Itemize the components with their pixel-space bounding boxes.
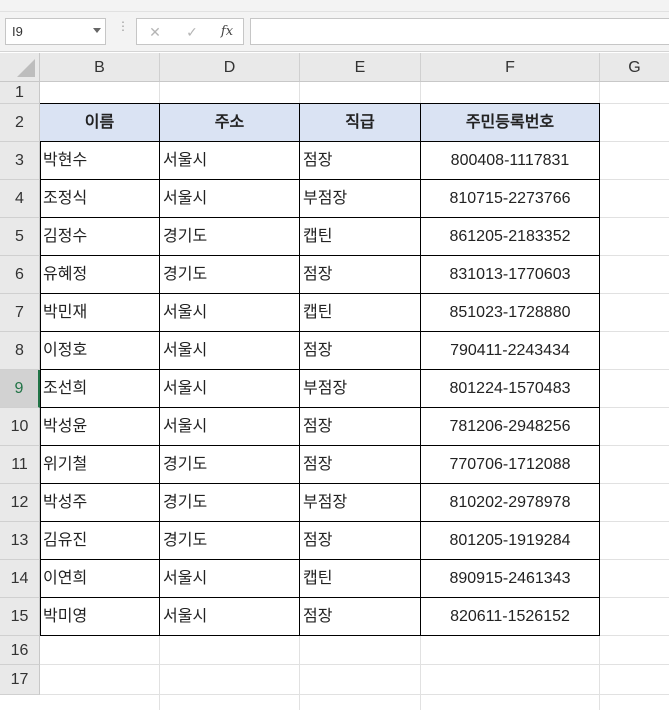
column-header-row: BDEFG	[0, 53, 669, 82]
row-header-11[interactable]: 11	[0, 446, 40, 484]
column-header-d[interactable]: D	[160, 53, 300, 81]
name-box-dropdown-icon[interactable]	[93, 28, 101, 33]
row-header-13[interactable]: 13	[0, 522, 40, 560]
row-header-4[interactable]: 4	[0, 180, 40, 218]
cell-address[interactable]: 경기도	[160, 484, 300, 522]
cell-resident-number[interactable]: 801205-1919284	[421, 522, 600, 560]
name-box-value: I9	[12, 24, 23, 39]
cell-address[interactable]: 서울시	[160, 142, 300, 180]
row-header-5[interactable]: 5	[0, 218, 40, 256]
column-header-f[interactable]: F	[421, 53, 600, 81]
row-header-16[interactable]: 16	[0, 636, 40, 665]
formula-bar-grip-icon[interactable]: ⋮	[117, 20, 129, 32]
cell-resident-number[interactable]: 800408-1117831	[421, 142, 600, 180]
cell-name[interactable]: 이연희	[40, 560, 160, 598]
cell-resident-number[interactable]: 851023-1728880	[421, 294, 600, 332]
cell-address[interactable]: 경기도	[160, 218, 300, 256]
cell-resident-number[interactable]: 801224-1570483	[421, 370, 600, 408]
row-header-15[interactable]: 15	[0, 598, 40, 636]
row-header-12[interactable]: 12	[0, 484, 40, 522]
insert-function-icon[interactable]: fx	[217, 22, 237, 42]
formula-buttons: ✕ ✓ fx	[136, 18, 244, 45]
cell-name[interactable]: 유혜정	[40, 256, 160, 294]
cell-address[interactable]: 서울시	[160, 408, 300, 446]
cell-resident-number[interactable]: 810715-2273766	[421, 180, 600, 218]
formula-bar: I9 ⋮ ✕ ✓ fx	[0, 12, 669, 52]
cell-position[interactable]: 점장	[300, 142, 421, 180]
row-header-6[interactable]: 6	[0, 256, 40, 294]
column-header-g[interactable]: G	[600, 53, 669, 81]
cancel-icon[interactable]: ✕	[145, 22, 165, 42]
cell-resident-number[interactable]: 820611-1526152	[421, 598, 600, 636]
cell-name[interactable]: 박성주	[40, 484, 160, 522]
column-header-e[interactable]: E	[300, 53, 421, 81]
gridline-horizontal	[40, 664, 669, 665]
cell-resident-number[interactable]: 831013-1770603	[421, 256, 600, 294]
cell-resident-number[interactable]: 890915-2461343	[421, 560, 600, 598]
gridline-horizontal	[40, 694, 669, 695]
header-cell-resident-number[interactable]: 주민등록번호	[421, 104, 600, 142]
cell-position[interactable]: 점장	[300, 256, 421, 294]
header-cell-position[interactable]: 직급	[300, 104, 421, 142]
row-header-14[interactable]: 14	[0, 560, 40, 598]
ribbon-strip	[0, 0, 669, 12]
enter-icon[interactable]: ✓	[182, 22, 202, 42]
cell-position[interactable]: 점장	[300, 332, 421, 370]
cell-address[interactable]: 경기도	[160, 446, 300, 484]
header-cell-name[interactable]: 이름	[40, 104, 160, 142]
row-header-7[interactable]: 7	[0, 294, 40, 332]
row-header-9[interactable]: 9	[0, 370, 40, 408]
cell-resident-number[interactable]: 790411-2243434	[421, 332, 600, 370]
cell-resident-number[interactable]: 781206-2948256	[421, 408, 600, 446]
row-header-2[interactable]: 2	[0, 104, 40, 142]
select-all-button[interactable]	[0, 53, 40, 81]
cell-name[interactable]: 박미영	[40, 598, 160, 636]
cell-position[interactable]: 점장	[300, 408, 421, 446]
cell-name[interactable]: 이정호	[40, 332, 160, 370]
cell-address[interactable]: 서울시	[160, 598, 300, 636]
cell-address[interactable]: 서울시	[160, 560, 300, 598]
row-header-17[interactable]: 17	[0, 665, 40, 695]
row-header-1[interactable]: 1	[0, 82, 40, 104]
cell-name[interactable]: 김정수	[40, 218, 160, 256]
cell-position[interactable]: 점장	[300, 446, 421, 484]
header-cell-address[interactable]: 주소	[160, 104, 300, 142]
cell-name[interactable]: 위기철	[40, 446, 160, 484]
cell-position[interactable]: 캡틴	[300, 560, 421, 598]
cell-name[interactable]: 조정식	[40, 180, 160, 218]
cell-address[interactable]: 서울시	[160, 180, 300, 218]
formula-input[interactable]	[250, 18, 669, 45]
cell-position[interactable]: 부점장	[300, 484, 421, 522]
cell-position[interactable]: 부점장	[300, 370, 421, 408]
cell-name[interactable]: 박민재	[40, 294, 160, 332]
row-header-10[interactable]: 10	[0, 408, 40, 446]
cell-name[interactable]: 조선희	[40, 370, 160, 408]
cell-position[interactable]: 부점장	[300, 180, 421, 218]
cell-name[interactable]: 박현수	[40, 142, 160, 180]
cell-address[interactable]: 경기도	[160, 522, 300, 560]
row-header-3[interactable]: 3	[0, 142, 40, 180]
cell-resident-number[interactable]: 810202-2978978	[421, 484, 600, 522]
cell-position[interactable]: 캡틴	[300, 294, 421, 332]
cell-address[interactable]: 경기도	[160, 256, 300, 294]
row-header-8[interactable]: 8	[0, 332, 40, 370]
cell-resident-number[interactable]: 770706-1712088	[421, 446, 600, 484]
cell-address[interactable]: 서울시	[160, 294, 300, 332]
column-header-b[interactable]: B	[40, 53, 160, 81]
select-all-icon	[17, 59, 35, 77]
cell-position[interactable]: 캡틴	[300, 218, 421, 256]
cell-name[interactable]: 김유진	[40, 522, 160, 560]
cell-position[interactable]: 점장	[300, 522, 421, 560]
spreadsheet-window: I9 ⋮ ✕ ✓ fx BDEFG 1 2 3 4 5 6 7 8 9 10 11 12 13 14 15 1…	[0, 0, 669, 710]
cell-resident-number[interactable]: 861205-2183352	[421, 218, 600, 256]
cell-address[interactable]: 서울시	[160, 332, 300, 370]
cell-address[interactable]: 서울시	[160, 370, 300, 408]
cell-name[interactable]: 박성윤	[40, 408, 160, 446]
cell-position[interactable]: 점장	[300, 598, 421, 636]
name-box[interactable]: I9	[5, 18, 106, 45]
